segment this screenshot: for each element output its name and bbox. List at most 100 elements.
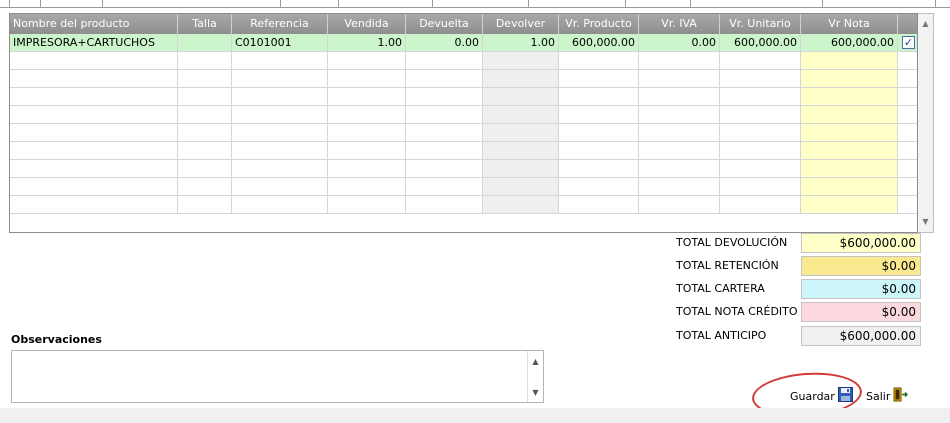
cell-vendida[interactable]: 1.00 xyxy=(328,34,406,52)
cell-vr_producto[interactable] xyxy=(559,70,639,88)
cell-vr_unitario[interactable]: 600,000.00 xyxy=(720,34,801,52)
cell-referencia[interactable] xyxy=(232,52,328,70)
column-header-check[interactable] xyxy=(898,14,917,34)
cell-vr_unitario[interactable] xyxy=(720,52,801,70)
cell-vr_unitario[interactable] xyxy=(720,142,801,160)
cell-nombre[interactable] xyxy=(10,52,178,70)
cell-nombre[interactable]: IMPRESORA+CARTUCHOS xyxy=(10,34,178,52)
table-row[interactable] xyxy=(10,88,917,106)
cell-vr_nota[interactable] xyxy=(801,196,898,214)
cell-talla[interactable] xyxy=(178,160,232,178)
observaciones-textarea[interactable]: ▲ ▼ xyxy=(11,350,544,403)
cell-nombre[interactable] xyxy=(10,178,178,196)
cell-vr_iva[interactable]: 0.00 xyxy=(639,34,720,52)
table-row[interactable] xyxy=(10,142,917,160)
cell-devuelta[interactable] xyxy=(406,70,483,88)
cell-vr_unitario[interactable] xyxy=(720,70,801,88)
cell-devolver[interactable] xyxy=(483,106,559,124)
cell-vr_iva[interactable] xyxy=(639,160,720,178)
cell-vr_iva[interactable] xyxy=(639,124,720,142)
cell-devuelta[interactable] xyxy=(406,106,483,124)
cell-devolver[interactable] xyxy=(483,196,559,214)
scroll-up-icon[interactable]: ▲ xyxy=(919,16,932,32)
cell-referencia[interactable] xyxy=(232,178,328,196)
column-header-devolver[interactable]: Devolver xyxy=(483,14,559,34)
cell-vendida[interactable] xyxy=(328,88,406,106)
products-grid[interactable]: Nombre del producto Talla Referencia Vendid… xyxy=(9,13,918,233)
cell-devuelta[interactable] xyxy=(406,160,483,178)
cell-talla[interactable] xyxy=(178,52,232,70)
cell-vendida[interactable] xyxy=(328,178,406,196)
cell-talla[interactable] xyxy=(178,88,232,106)
table-row[interactable] xyxy=(10,178,917,196)
cell-devolver[interactable] xyxy=(483,124,559,142)
grid-scrollbar[interactable]: ▲ ▼ xyxy=(918,13,934,233)
cell-vr_nota[interactable] xyxy=(801,124,898,142)
cell-talla[interactable] xyxy=(178,142,232,160)
cell-vr_nota[interactable] xyxy=(801,142,898,160)
cell-check[interactable] xyxy=(898,178,917,196)
cell-nombre[interactable] xyxy=(10,106,178,124)
cell-nombre[interactable] xyxy=(10,124,178,142)
cell-devolver[interactable]: 1.00 xyxy=(483,34,559,52)
cell-devolver[interactable] xyxy=(483,52,559,70)
cell-vr_nota[interactable] xyxy=(801,160,898,178)
cell-vr_producto[interactable] xyxy=(559,178,639,196)
cell-nombre[interactable] xyxy=(10,142,178,160)
cell-referencia[interactable] xyxy=(232,142,328,160)
cell-vr_iva[interactable] xyxy=(639,142,720,160)
column-header-vr_iva[interactable]: Vr. IVA xyxy=(639,14,720,34)
cell-vr_iva[interactable] xyxy=(639,178,720,196)
cell-vendida[interactable] xyxy=(328,70,406,88)
row-checkbox[interactable]: ✓ xyxy=(902,36,915,49)
cell-referencia[interactable] xyxy=(232,160,328,178)
salir-button[interactable]: Salir xyxy=(866,387,909,405)
column-header-referencia[interactable]: Referencia xyxy=(232,14,328,34)
scroll-down-icon[interactable]: ▼ xyxy=(919,214,932,230)
cell-check[interactable]: ✓ xyxy=(898,34,917,52)
cell-check[interactable] xyxy=(898,124,917,142)
cell-vr_iva[interactable] xyxy=(639,52,720,70)
cell-vr_producto[interactable]: 600,000.00 xyxy=(559,34,639,52)
cell-devolver[interactable] xyxy=(483,70,559,88)
cell-talla[interactable] xyxy=(178,106,232,124)
cell-vr_unitario[interactable] xyxy=(720,88,801,106)
cell-talla[interactable] xyxy=(178,178,232,196)
column-header-vr_producto[interactable]: Vr. Producto xyxy=(559,14,639,34)
column-header-talla[interactable]: Talla xyxy=(178,14,232,34)
cell-devuelta[interactable] xyxy=(406,52,483,70)
cell-referencia[interactable] xyxy=(232,124,328,142)
table-row[interactable] xyxy=(10,160,917,178)
cell-check[interactable] xyxy=(898,70,917,88)
cell-devuelta[interactable] xyxy=(406,196,483,214)
cell-talla[interactable] xyxy=(178,196,232,214)
cell-check[interactable] xyxy=(898,196,917,214)
cell-vr_nota[interactable]: 600,000.00 xyxy=(801,34,898,52)
cell-vr_iva[interactable] xyxy=(639,106,720,124)
cell-check[interactable] xyxy=(898,160,917,178)
cell-check[interactable] xyxy=(898,88,917,106)
cell-devuelta[interactable] xyxy=(406,124,483,142)
cell-vendida[interactable] xyxy=(328,106,406,124)
column-header-devuelta[interactable]: Devuelta xyxy=(406,14,483,34)
table-row[interactable] xyxy=(10,52,917,70)
cell-devuelta[interactable]: 0.00 xyxy=(406,34,483,52)
cell-vendida[interactable] xyxy=(328,160,406,178)
column-header-vr_nota[interactable]: Vr Nota xyxy=(801,14,898,34)
cell-vendida[interactable] xyxy=(328,52,406,70)
table-row[interactable] xyxy=(10,124,917,142)
cell-vr_unitario[interactable] xyxy=(720,106,801,124)
table-row[interactable] xyxy=(10,106,917,124)
cell-vr_unitario[interactable] xyxy=(720,196,801,214)
cell-vendida[interactable] xyxy=(328,124,406,142)
cell-vr_nota[interactable] xyxy=(801,178,898,196)
cell-referencia[interactable] xyxy=(232,70,328,88)
cell-vr_unitario[interactable] xyxy=(720,178,801,196)
cell-devolver[interactable] xyxy=(483,178,559,196)
cell-vr_producto[interactable] xyxy=(559,124,639,142)
cell-vr_iva[interactable] xyxy=(639,70,720,88)
table-row[interactable] xyxy=(10,70,917,88)
cell-vr_producto[interactable] xyxy=(559,106,639,124)
observaciones-scrollbar[interactable]: ▲ ▼ xyxy=(527,351,543,402)
cell-vr_producto[interactable] xyxy=(559,88,639,106)
